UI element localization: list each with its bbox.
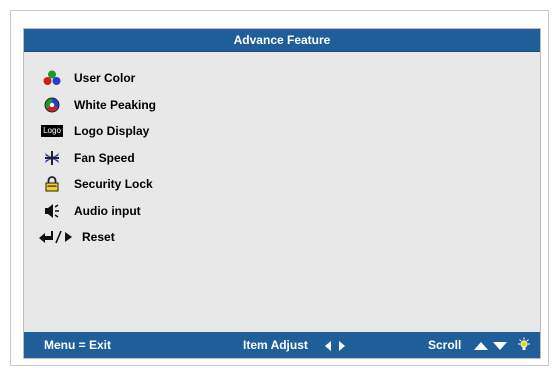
menu-item-label: Fan Speed (74, 150, 135, 165)
footer-scroll-hint: Scroll (428, 338, 462, 352)
menu-item-label: Audio input (74, 203, 141, 218)
logo-icon-text: Logo (41, 125, 63, 138)
menu-item-security-lock[interactable]: Security Lock (38, 171, 156, 198)
speaker-icon (38, 203, 66, 219)
osd-panel: Advance Feature User Color White Peaking… (23, 28, 541, 359)
menu-item-white-peaking[interactable]: White Peaking (38, 92, 156, 119)
lock-icon (38, 176, 66, 192)
footer-bar: Menu = Exit Item Adjust Scroll (24, 332, 540, 358)
menu-item-label: Security Lock (74, 177, 153, 192)
left-right-arrows-icon (325, 340, 345, 354)
menu-item-label: Reset (82, 230, 115, 245)
menu-item-label: White Peaking (74, 97, 157, 112)
menu-item-audio-input[interactable]: Audio input (38, 198, 156, 225)
menu-list: User Color White Peaking Logo Logo Displ… (38, 65, 156, 251)
menu-item-label: User Color (74, 71, 136, 86)
footer-adjust-hint: Item Adjust (243, 338, 308, 352)
reset-icon (38, 230, 76, 244)
lightbulb-icon (517, 337, 531, 356)
user-color-icon (38, 70, 66, 86)
menu-item-logo-display[interactable]: Logo Logo Display (38, 118, 156, 145)
footer-exit-hint: Menu = Exit (44, 338, 112, 352)
menu-item-label: Logo Display (74, 124, 150, 139)
white-peaking-icon (38, 97, 66, 113)
up-down-arrows-icon (474, 340, 508, 354)
fan-icon (38, 150, 66, 166)
logo-display-icon: Logo (38, 125, 66, 138)
panel-title: Advance Feature (24, 29, 540, 52)
menu-item-fan-speed[interactable]: Fan Speed (38, 145, 156, 172)
menu-item-user-color[interactable]: User Color (38, 65, 156, 92)
menu-item-reset[interactable]: Reset (38, 224, 156, 251)
